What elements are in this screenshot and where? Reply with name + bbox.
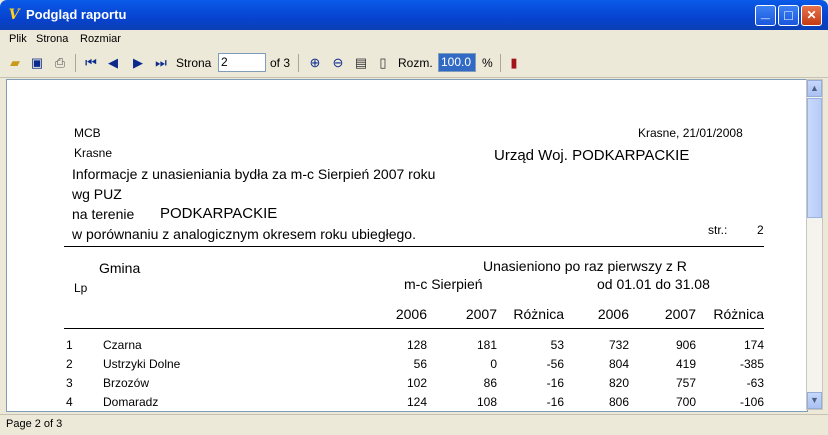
title-bar[interactable]: V Podgląd raportu _ □ ✕ [0,0,828,30]
col-header-2006b: 2006 [597,306,629,322]
col-gmina-header: Gmina [99,260,141,276]
page-number-input[interactable]: 2 [218,53,266,72]
close-icon: ✕ [806,8,817,22]
app-icon: V [8,7,20,23]
col-header-diff-b: Różnica [713,306,764,322]
maximize-icon: □ [784,7,793,23]
row-value: 102 [406,376,427,390]
row-value: 419 [675,357,696,371]
col-lp-header: Lp [74,281,88,295]
row-value: 124 [406,395,427,409]
row-value: 700 [675,395,696,409]
minimize-icon: _ [761,4,770,21]
company-name: MCB [74,126,101,140]
row-gmina: Domaradz [103,395,159,409]
row-value: 174 [743,338,764,352]
toolbar: ▰ ▣ ⎙ ⏮ ◀ ▶ ⏭ Strona 2 of 3 ⊕ ⊖ ▤ ▯ Rozm… [0,49,828,78]
row-lp: 4 [66,395,73,409]
page-width-icon[interactable]: ▤ [352,54,370,72]
last-page-icon[interactable]: ⏭ [152,54,170,72]
row-value: -56 [546,357,564,371]
exit-icon[interactable]: ▮ [505,54,523,72]
place-date: Krasne, 21/01/2008 [638,126,743,140]
region-name: PODKARPACKIE [160,205,278,222]
row-value: 56 [413,357,427,371]
vertical-scrollbar[interactable]: ▲ ▼ [806,79,823,410]
report-title-line2: wg PUZ [72,186,122,202]
col-header-2007a: 2007 [465,306,497,322]
row-value: -16 [546,395,564,409]
page-count: of 3 [270,56,291,70]
row-value: 53 [550,338,564,352]
toolbar-separator [500,54,501,72]
zoom-input[interactable]: 100.0 [438,53,476,72]
scroll-thumb[interactable] [807,98,822,218]
close-button[interactable]: ✕ [801,5,822,26]
report-title-line4: w porównaniu z analogicznym okresem roku… [72,226,416,242]
row-lp: 3 [66,376,73,390]
report-title-line1: Informacje z unasieniania bydła za m-c S… [72,166,436,182]
row-value: 806 [608,395,629,409]
window-title: Podgląd raportu [26,7,127,22]
row-value: 732 [608,338,629,352]
status-text: Page 2 of 3 [6,418,63,430]
row-lp: 1 [66,338,73,352]
city: Krasne [74,146,113,160]
row-value: 820 [608,376,629,390]
header-rule [64,246,764,247]
row-value: -63 [746,376,764,390]
row-value: 757 [675,376,696,390]
col-header-diff-a: Różnica [513,306,564,322]
row-lp: 2 [66,357,73,371]
row-value: 108 [476,395,497,409]
status-bar: Page 2 of 3 [0,414,828,435]
zoom-label: Rozm. [398,56,433,70]
row-value: 804 [608,357,629,371]
zoom-out-icon[interactable]: ⊖ [329,54,347,72]
group-header: Unasieniono po raz pierwszy z R [483,258,687,274]
row-value: -385 [739,357,764,371]
whole-page-icon[interactable]: ▯ [374,54,392,72]
recipient: Urząd Woj. PODKARPACKIE [494,147,690,164]
row-value: 906 [675,338,696,352]
columns-rule [64,328,764,329]
col-header-2006a: 2006 [395,306,427,322]
scroll-down-icon[interactable]: ▼ [807,392,822,409]
row-value: -16 [546,376,564,390]
col-header-2007b: 2007 [664,306,696,322]
report-viewport[interactable]: MCB Krasne, 21/01/2008 Krasne Urząd Woj.… [6,79,808,412]
page-label: Strona [176,56,212,70]
menu-rozmiar[interactable]: Rozmiar [80,33,121,45]
print-icon[interactable]: ⎙ [51,54,69,72]
scroll-up-icon[interactable]: ▲ [807,80,822,97]
minimize-button[interactable]: _ [755,5,776,26]
previous-page-icon[interactable]: ◀ [104,54,122,72]
row-value: 86 [483,376,497,390]
save-icon[interactable]: ▣ [28,54,46,72]
toolbar-separator [75,54,76,72]
row-gmina: Ustrzyki Dolne [103,357,181,371]
maximize-button[interactable]: □ [778,5,799,26]
row-value: 0 [490,357,497,371]
toolbar-separator [298,54,299,72]
page-label-doc: str.: [708,223,728,237]
row-value: 181 [476,338,497,352]
range-header: od 01.01 do 31.08 [597,276,710,292]
zoom-unit: % [482,56,493,70]
menu-bar: Plik Strona Rozmiar [0,30,828,49]
page-number-doc: 2 [757,223,764,237]
next-page-icon[interactable]: ▶ [129,54,147,72]
menu-plik[interactable]: Plik [9,33,27,45]
region-label: na terenie [72,206,135,222]
menu-strona[interactable]: Strona [36,33,68,45]
zoom-in-icon[interactable]: ⊕ [306,54,324,72]
row-value: -106 [739,395,764,409]
month-header: m-c Sierpień [404,276,483,292]
row-gmina: Czarna [103,338,142,352]
open-folder-icon[interactable]: ▰ [6,54,24,72]
row-value: 128 [406,338,427,352]
row-gmina: Brzozów [103,376,150,390]
first-page-icon[interactable]: ⏮ [82,54,100,72]
